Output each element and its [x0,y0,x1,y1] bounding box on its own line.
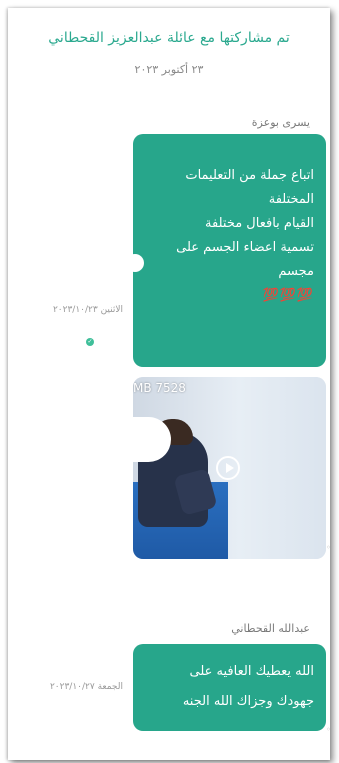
message-time: الجمعة ٢٠٢٣/١٠/٢٧ [49,682,123,692]
share-title: تم مشاركتها مع عائلة عبدالعزيز القحطاني [48,30,290,46]
video-attachment[interactable]: MB 7528 [133,377,326,559]
message-line: الله يعطيك العافيه على [189,664,314,679]
bubble-notch [126,254,144,272]
message-line: تسمية اعضاء الجسم على [176,240,314,255]
play-icon[interactable] [216,456,240,480]
message-bubble[interactable]: اتباع جملة من التعليمات المختلفة القيام … [133,134,326,367]
file-size-label: MB 7528 [133,381,186,395]
message-line: اتباع جملة من التعليمات [185,168,314,183]
status-icon: ◦ [326,543,330,552]
sender-name: يسرى بوعزة [251,116,310,129]
message-line: مجسم [278,264,314,279]
share-date: ٢٣ أكتوبر ٢٠٢٣ [134,63,204,76]
message-line: القيام بافعال مختلفة [205,216,314,231]
check-icon: ✓ [86,338,94,346]
shared-chat-card: تم مشاركتها مع عائلة عبدالعزيز القحطاني … [8,8,330,760]
message-time: الاثنين ٢٠٢٣/١٠/٢٣ [52,305,123,315]
emoji-reaction: 💯💯💯 [262,288,314,303]
sender-name: عبدالله القحطاني [231,622,310,635]
message-bubble[interactable]: الله يعطيك العافيه على جهودك وجزاك الله … [133,644,326,731]
message-line: جهودك وجزاك الله الجنه [182,694,314,709]
status-icon: ◦ [326,725,330,734]
message-line: المختلفة [268,192,314,207]
